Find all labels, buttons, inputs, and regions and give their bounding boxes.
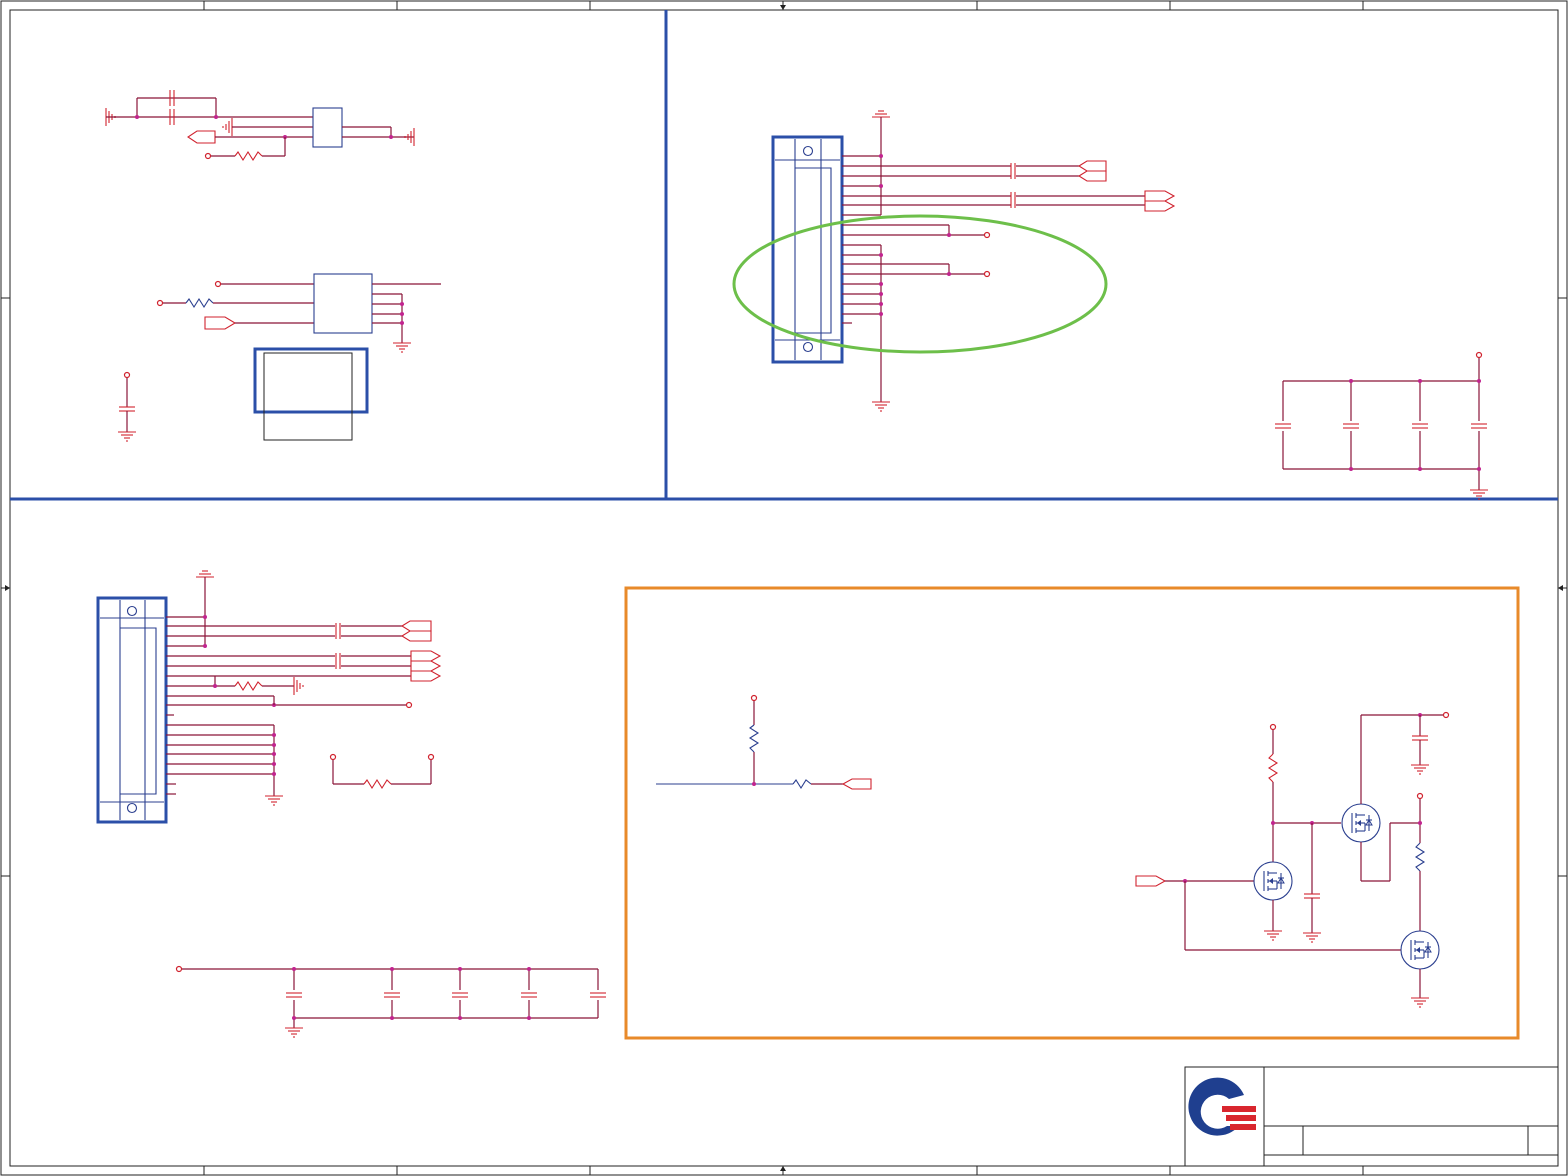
bottom-left-connector-block <box>96 570 608 1038</box>
bottom-right-mosfet-switch-block <box>624 586 1520 1040</box>
mosfet-q2 <box>1341 803 1381 843</box>
oscillator-ic <box>312 107 343 148</box>
green-highlight-ellipse <box>732 214 1108 354</box>
company-logo <box>1188 1077 1256 1136</box>
top-left-oscillator-block <box>105 89 441 442</box>
top-right-connector-block <box>732 110 1499 500</box>
connector-j2 <box>96 596 168 824</box>
mosfet-q1 <box>1253 861 1293 901</box>
ic-u2 <box>313 273 373 334</box>
connector-j1 <box>771 135 844 364</box>
schematic-sheet <box>0 0 1568 1176</box>
title-block <box>1184 1066 1559 1167</box>
orange-highlight-box <box>624 586 1520 1040</box>
mosfet-q3 <box>1400 930 1440 970</box>
blue-highlight-box <box>253 347 369 414</box>
part-outline <box>263 352 353 441</box>
